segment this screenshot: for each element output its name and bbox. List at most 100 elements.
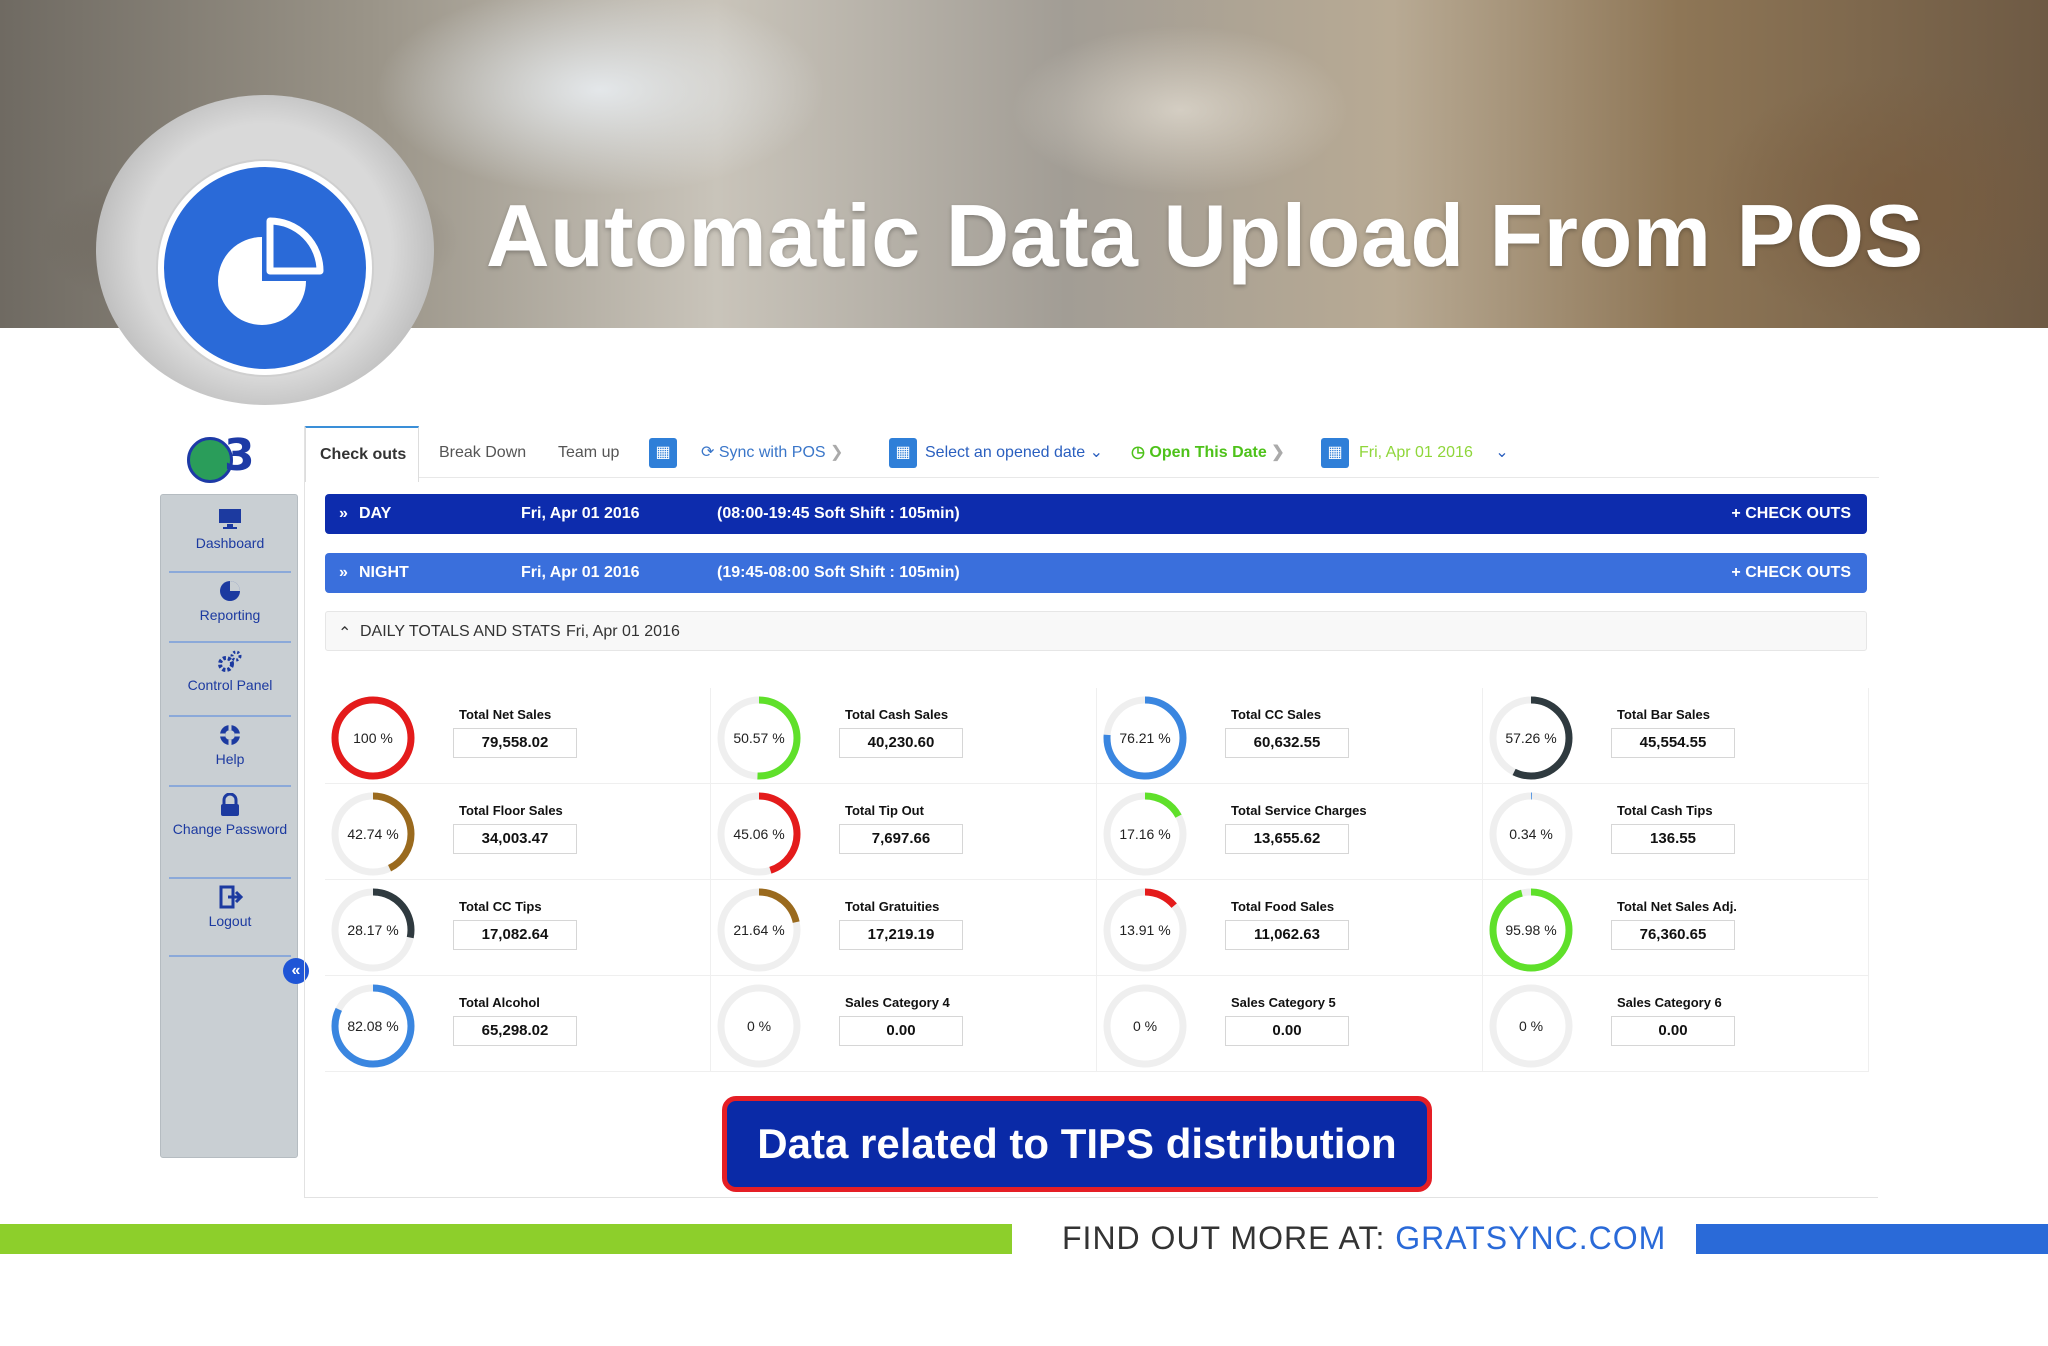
footer-green-bar (0, 1224, 1012, 1254)
percent-gauge: 82.08 % (331, 984, 415, 1068)
banner-title: Automatic Data Upload From POS (486, 186, 1924, 285)
daily-totals-header[interactable]: ⌃ DAILY TOTALS AND STATS Fri, Apr 01 201… (325, 611, 1867, 651)
chevron-down-icon: ⌄ (1085, 444, 1103, 461)
percent-gauge: 95.98 % (1489, 888, 1573, 972)
sidebar: Dashboard Reporting Control Panel Help C… (160, 494, 298, 1158)
stat-label: Total Cash Sales (845, 707, 949, 722)
stat-value: 11,062.63 (1225, 920, 1349, 950)
percent-gauge: 17.16 % (1103, 792, 1187, 876)
promo-poster: Automatic Data Upload From POS 3 Dashboa… (0, 0, 2048, 1346)
percent-gauge: 0.34 % (1489, 792, 1573, 876)
stat-label: Sales Category 5 (1231, 995, 1336, 1010)
current-date-dropdown[interactable]: Fri, Apr 01 2016 ⌄ (1359, 436, 1509, 470)
sidebar-item-dashboard[interactable]: Dashboard (169, 507, 291, 573)
shift-date: Fri, Apr 01 2016 (521, 505, 640, 522)
monitor-icon (219, 509, 241, 529)
stat-label: Sales Category 6 (1617, 995, 1722, 1010)
stat-value: 79,558.02 (453, 728, 577, 758)
expand-icon: » (339, 564, 348, 581)
sidebar-item-label: Control Panel (187, 677, 273, 693)
gauge-label: 13.91 % (1119, 922, 1170, 938)
sidebar-item-change-password[interactable]: Change Password (169, 793, 291, 879)
stat-value: 7,697.66 (839, 824, 963, 854)
shift-name: NIGHT (359, 564, 409, 581)
stat-label: Total Alcohol (459, 995, 540, 1010)
callout-banner: Data related to TIPS distribution (722, 1096, 1432, 1192)
gauge-label: 76.21 % (1119, 730, 1170, 746)
stat-card: 50.57 % Total Cash Sales 40,230.60 (711, 688, 1097, 784)
stat-card: 45.06 % Total Tip Out 7,697.66 (711, 784, 1097, 880)
sidebar-item-control-panel[interactable]: Control Panel (169, 649, 291, 717)
calendar-icon[interactable]: ▦ (649, 438, 677, 468)
percent-gauge: 50.57 % (717, 696, 801, 780)
stat-card: 57.26 % Total Bar Sales 45,554.55 (1483, 688, 1869, 784)
gauge-label: 45.06 % (733, 826, 784, 842)
gauge-label: 0.34 % (1509, 826, 1553, 842)
tab-team-up[interactable]: Team up (558, 444, 619, 462)
percent-gauge: 57.26 % (1489, 696, 1573, 780)
percent-gauge: 42.74 % (331, 792, 415, 876)
gauge-label: 21.64 % (733, 922, 784, 938)
stat-card: 82.08 % Total Alcohol 65,298.02 (325, 976, 711, 1072)
open-date-button[interactable]: ◷ Open This Date ❯ (1131, 436, 1285, 470)
footer-blue-bar (1696, 1224, 2048, 1254)
check-outs-button[interactable]: + CHECK OUTS (1731, 564, 1851, 582)
sidebar-item-label: Reporting (199, 607, 261, 623)
percent-gauge: 0 % (1489, 984, 1573, 1068)
stat-label: Total Floor Sales (459, 803, 563, 818)
sidebar-item-label: Logout (208, 913, 252, 929)
tab-break-down[interactable]: Break Down (439, 444, 526, 462)
stat-card: 0 % Sales Category 6 0.00 (1483, 976, 1869, 1072)
chevron-down-icon: ⌄ (1490, 444, 1509, 461)
stat-value: 136.55 (1611, 824, 1735, 854)
stat-label: Total Tip Out (845, 803, 924, 818)
expand-icon: » (339, 505, 348, 522)
sync-pos-button[interactable]: ⟳ Sync with POS ❯ (701, 436, 843, 470)
percent-gauge: 21.64 % (717, 888, 801, 972)
percent-gauge: 76.21 % (1103, 696, 1187, 780)
stat-value: 76,360.65 (1611, 920, 1735, 950)
stat-card: 21.64 % Total Gratuities 17,219.19 (711, 880, 1097, 976)
shift-bar-day[interactable]: » DAY Fri, Apr 01 2016 (08:00-19:45 Soft… (325, 494, 1867, 534)
percent-gauge: 13.91 % (1103, 888, 1187, 972)
percent-gauge: 100 % (331, 696, 415, 780)
shift-bar-night[interactable]: » NIGHT Fri, Apr 01 2016 (19:45-08:00 So… (325, 553, 1867, 593)
gauge-label: 82.08 % (347, 1018, 398, 1034)
find-out-label: FIND OUT MORE AT: (1062, 1220, 1386, 1256)
sidebar-item-help[interactable]: Help (169, 723, 291, 787)
website-link[interactable]: GRATSYNC.COM (1395, 1220, 1666, 1256)
stat-label: Total Gratuities (845, 899, 940, 914)
percent-gauge: 0 % (717, 984, 801, 1068)
percent-gauge: 0 % (1103, 984, 1187, 1068)
stat-label: Total Food Sales (1231, 899, 1335, 914)
sidebar-item-label: Dashboard (195, 535, 265, 551)
check-outs-button[interactable]: + CHECK OUTS (1731, 505, 1851, 523)
sidebar-item-reporting[interactable]: Reporting (169, 579, 291, 643)
brand-logo-text: 3 (224, 430, 255, 481)
chevron-right-icon: ❯ (825, 444, 844, 461)
stat-value: 45,554.55 (1611, 728, 1735, 758)
shift-hours: (19:45-08:00 Soft Shift : 105min) (717, 564, 960, 581)
main-panel: Check outs Break Down Team up ▦ ⟳ Sync w… (304, 426, 1879, 1198)
percent-gauge: 45.06 % (717, 792, 801, 876)
sidebar-item-logout[interactable]: Logout (169, 885, 291, 957)
stat-value: 0.00 (1611, 1016, 1735, 1046)
calendar-current-icon: ▦ (1321, 438, 1349, 468)
tab-check-outs[interactable]: Check outs (305, 426, 420, 482)
stat-label: Total CC Sales (1231, 707, 1322, 722)
stats-grid: 100 % Total Net Sales 79,558.02 50.57 % Tota… (325, 688, 1869, 1072)
gauge-label: 95.98 % (1505, 922, 1556, 938)
sidebar-item-label: Change Password (172, 821, 288, 837)
stat-card: 95.98 % Total Net Sales Adj. 76,360.65 (1483, 880, 1869, 976)
pie-chart-logo-icon (158, 161, 372, 375)
stat-card: 17.16 % Total Service Charges 13,655.62 (1097, 784, 1483, 880)
toolbar: Check outs Break Down Team up ▦ ⟳ Sync w… (305, 426, 1879, 482)
stat-value: 17,082.64 (453, 920, 577, 950)
stat-value: 60,632.55 (1225, 728, 1349, 758)
find-out-more: FIND OUT MORE AT: GRATSYNC.COM (1062, 1220, 1666, 1257)
clock-icon: ◷ (1131, 444, 1150, 461)
select-date-dropdown[interactable]: Select an opened date ⌄ (925, 436, 1103, 470)
stat-label: Total Net Sales Adj. (1617, 899, 1737, 914)
stat-value: 17,219.19 (839, 920, 963, 950)
stat-card: 76.21 % Total CC Sales 60,632.55 (1097, 688, 1483, 784)
